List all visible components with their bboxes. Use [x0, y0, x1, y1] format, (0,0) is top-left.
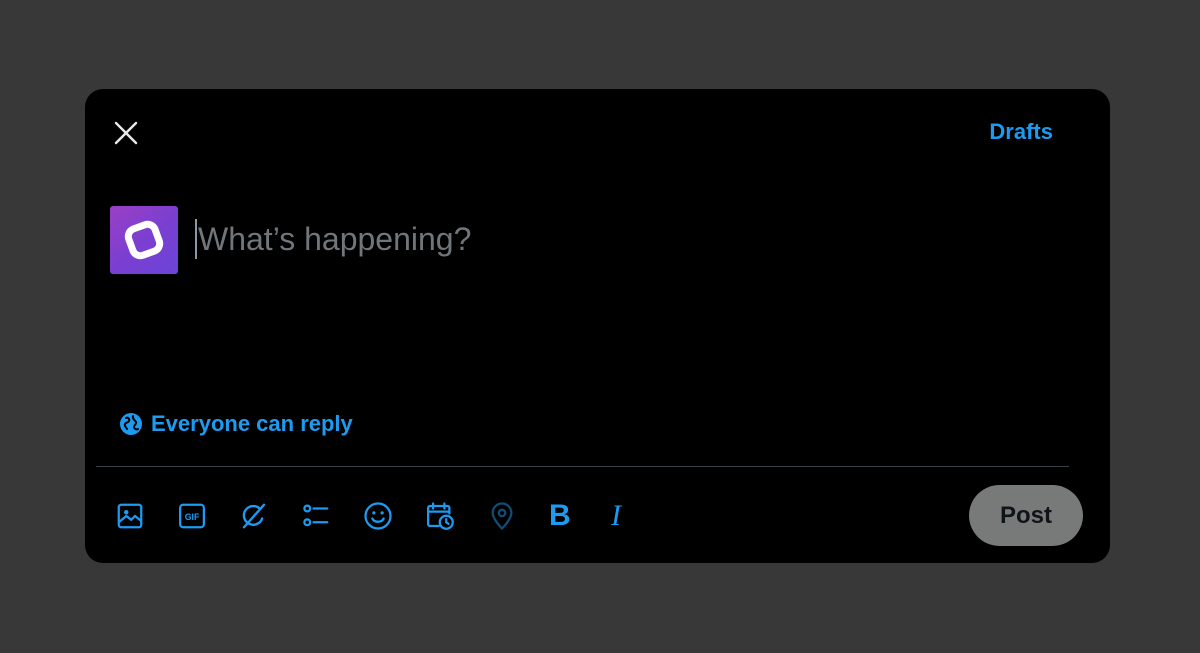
gif-button[interactable]: GIF — [177, 498, 239, 534]
drafts-button[interactable]: Drafts — [989, 119, 1053, 145]
bold-button[interactable]: B — [549, 498, 611, 534]
grok-button[interactable] — [239, 498, 301, 534]
emoji-icon — [364, 502, 392, 530]
schedule-button[interactable] — [425, 498, 487, 534]
text-caret — [195, 219, 197, 259]
poll-icon — [303, 504, 329, 527]
svg-text:GIF: GIF — [185, 512, 200, 522]
grok-icon — [242, 503, 266, 529]
media-button[interactable] — [115, 498, 177, 534]
image-icon — [117, 503, 143, 529]
compose-dialog: Drafts Everyone can reply GIF — [85, 89, 1110, 563]
compose-toolbar: GIF B I — [115, 498, 673, 534]
close-icon — [114, 121, 138, 145]
poll-button[interactable] — [301, 498, 363, 534]
app-logo-icon — [124, 220, 164, 260]
reply-setting-label: Everyone can reply — [151, 411, 353, 436]
close-button[interactable] — [107, 115, 145, 151]
compose-area[interactable] — [195, 217, 1045, 261]
compose-input[interactable] — [198, 217, 1045, 261]
divider — [96, 466, 1069, 467]
avatar[interactable] — [110, 206, 178, 274]
gif-icon: GIF — [179, 503, 205, 529]
location-icon — [491, 502, 513, 531]
italic-button[interactable]: I — [611, 498, 673, 534]
emoji-button[interactable] — [363, 498, 425, 534]
italic-icon: I — [611, 499, 621, 532]
reply-setting-button[interactable]: Everyone can reply — [119, 411, 353, 437]
post-button[interactable]: Post — [969, 485, 1083, 546]
location-button[interactable] — [487, 498, 549, 534]
globe-icon — [120, 413, 142, 435]
bold-icon: B — [549, 499, 571, 532]
schedule-icon — [427, 502, 454, 530]
